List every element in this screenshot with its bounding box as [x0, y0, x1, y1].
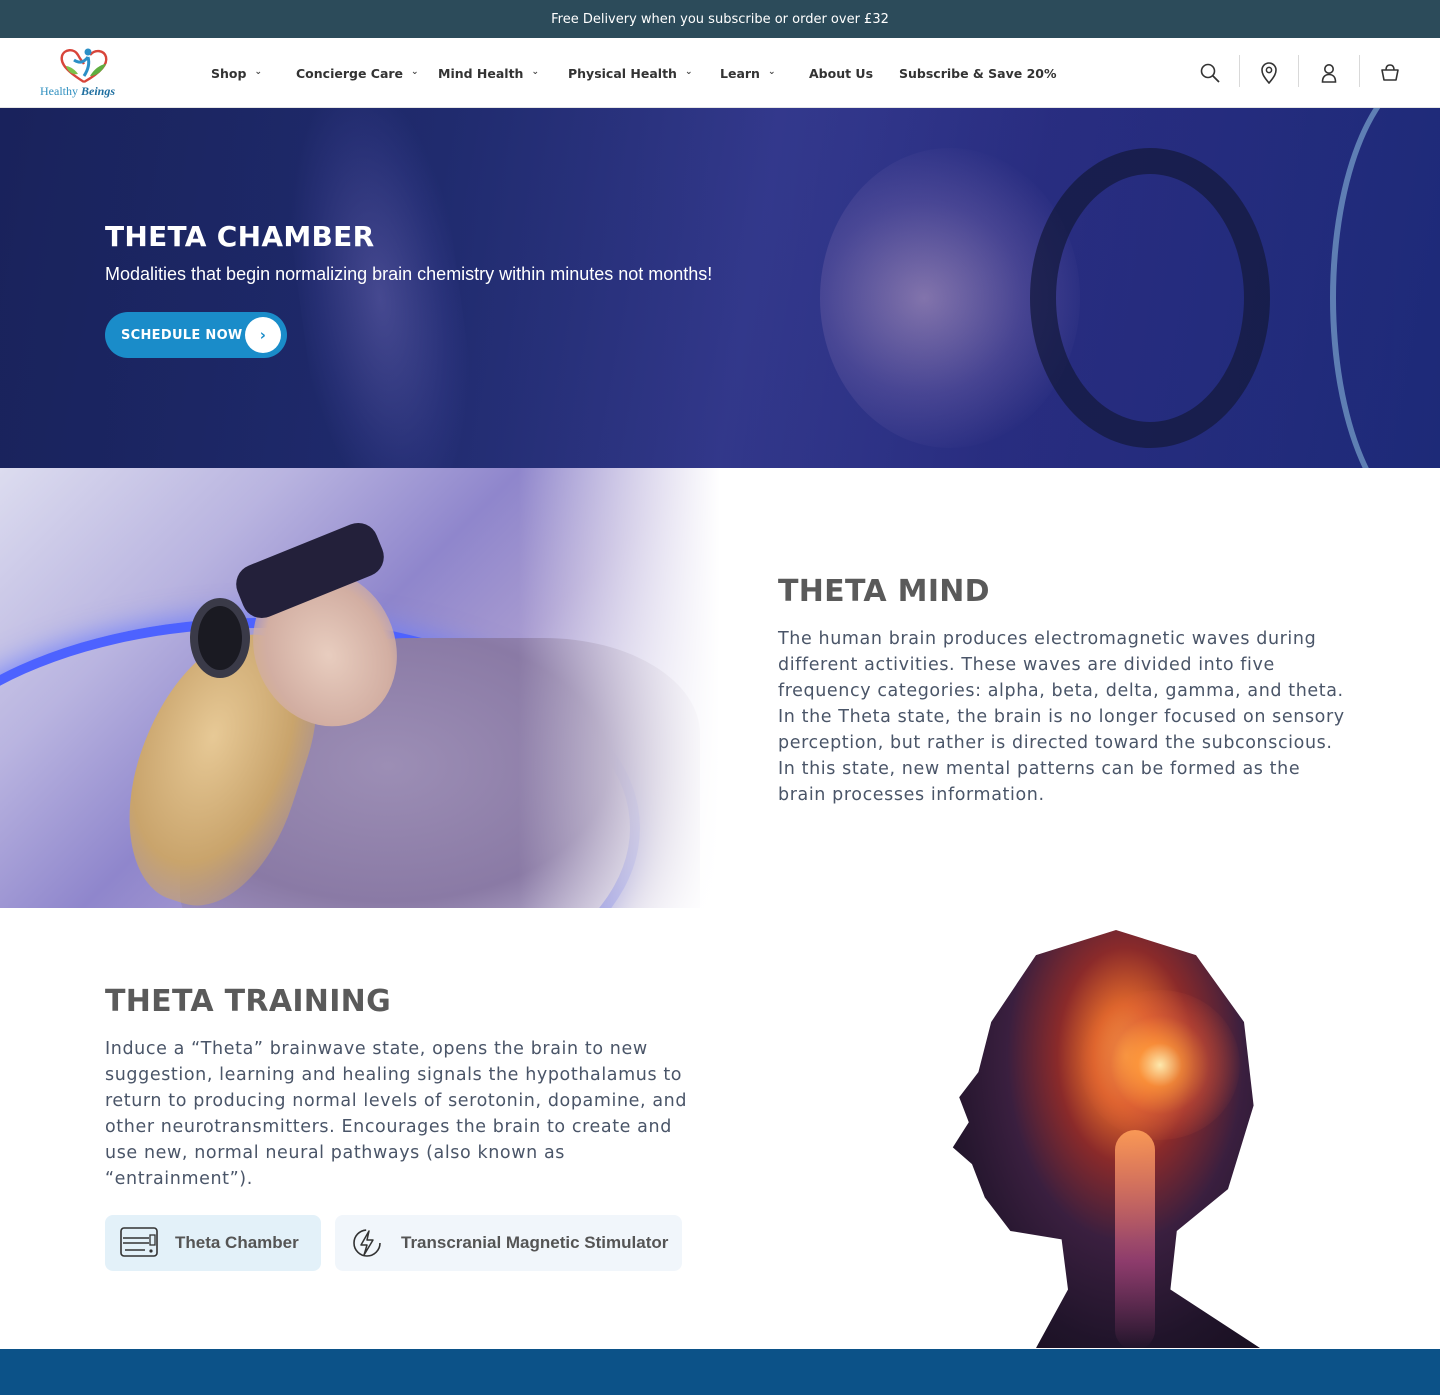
brain-glow — [1080, 990, 1240, 1140]
nav-learn[interactable]: Learn ⌄ — [720, 38, 776, 108]
image-fade-overlay — [0, 468, 720, 908]
theta-mind-body: The human brain produces electromagnetic… — [778, 629, 1345, 805]
hero-subtitle: Modalities that begin normalizing brain … — [105, 264, 713, 284]
schedule-now-button[interactable]: SCHEDULE NOW › — [105, 312, 287, 358]
announcement-bar: Free Delivery when you subscribe or orde… — [0, 0, 1440, 38]
nav-mind-health[interactable]: Mind Health ⌄ — [438, 38, 539, 108]
nav-about-us-label: About Us — [809, 65, 874, 81]
lightning-icon — [347, 1223, 387, 1263]
spinal-glow — [1115, 1130, 1155, 1348]
nav-mind-health-label: Mind Health — [438, 65, 524, 81]
brain-illustration — [930, 930, 1270, 1348]
footer-band — [0, 1349, 1440, 1395]
chip-theta-chamber[interactable]: Theta Chamber — [105, 1215, 321, 1271]
nav-shop-label: Shop — [211, 65, 247, 81]
header-divider — [1298, 55, 1299, 87]
account-icon[interactable] — [1312, 56, 1346, 90]
nav-subscribe-save-label: Subscribe & Save 20% — [899, 65, 1057, 81]
chevron-down-icon: ⌄ — [411, 67, 419, 77]
brand-name-part1: Healthy — [40, 84, 78, 98]
brand-logo[interactable]: Healthy Beings — [38, 46, 130, 100]
schedule-now-label: SCHEDULE NOW — [121, 327, 243, 343]
chevron-down-icon: ⌄ — [767, 67, 776, 77]
theta-mind-title: THETA MIND — [778, 574, 990, 609]
header-divider — [1359, 55, 1360, 87]
nav-about-us[interactable]: About Us — [809, 38, 873, 108]
nav-physical-health-label: Physical Health — [568, 65, 677, 81]
logo-mark-icon — [60, 48, 108, 84]
nav-learn-label: Learn — [720, 65, 760, 81]
location-pin-icon[interactable] — [1252, 56, 1286, 90]
site-header: Healthy Beings Shop ⌄ Concierge Care ⌄ M… — [0, 38, 1440, 108]
theta-training-body: Induce a “Theta” brainwave state, opens … — [105, 1039, 688, 1189]
theta-training-title: THETA TRAINING — [105, 984, 392, 1019]
chamber-device-icon — [119, 1223, 159, 1263]
hero-title: THETA CHAMBER — [105, 220, 375, 253]
theta-chamber-photo — [0, 468, 720, 908]
hero-overlay — [0, 108, 1440, 468]
search-icon[interactable] — [1193, 56, 1227, 90]
chevron-down-icon: ⌄ — [254, 67, 262, 77]
nav-subscribe-save[interactable]: Subscribe & Save 20% — [899, 38, 1057, 108]
chevron-right-icon: › — [245, 317, 281, 353]
chevron-down-icon: ⌄ — [684, 67, 693, 77]
chip-tms-label: Transcranial Magnetic Stimulator — [401, 1233, 669, 1252]
chip-theta-chamber-label: Theta Chamber — [175, 1233, 299, 1252]
announcement-text: Free Delivery when you subscribe or orde… — [551, 11, 889, 27]
hero-banner: THETA CHAMBER Modalities that begin norm… — [0, 108, 1440, 468]
basket-icon[interactable] — [1373, 56, 1407, 90]
nav-concierge-care[interactable]: Concierge Care ⌄ — [296, 38, 419, 108]
brand-wordmark: Healthy Beings — [40, 84, 115, 99]
nav-shop[interactable]: Shop ⌄ — [211, 38, 262, 108]
chevron-down-icon: ⌄ — [531, 67, 540, 77]
nav-concierge-care-label: Concierge Care — [296, 65, 404, 81]
head-silhouette — [952, 930, 1260, 1348]
brand-name-part2: Beings — [81, 84, 116, 98]
header-divider — [1239, 55, 1240, 87]
chip-transcranial-magnetic-stimulator[interactable]: Transcranial Magnetic Stimulator — [335, 1215, 682, 1271]
nav-physical-health[interactable]: Physical Health ⌄ — [568, 38, 693, 108]
